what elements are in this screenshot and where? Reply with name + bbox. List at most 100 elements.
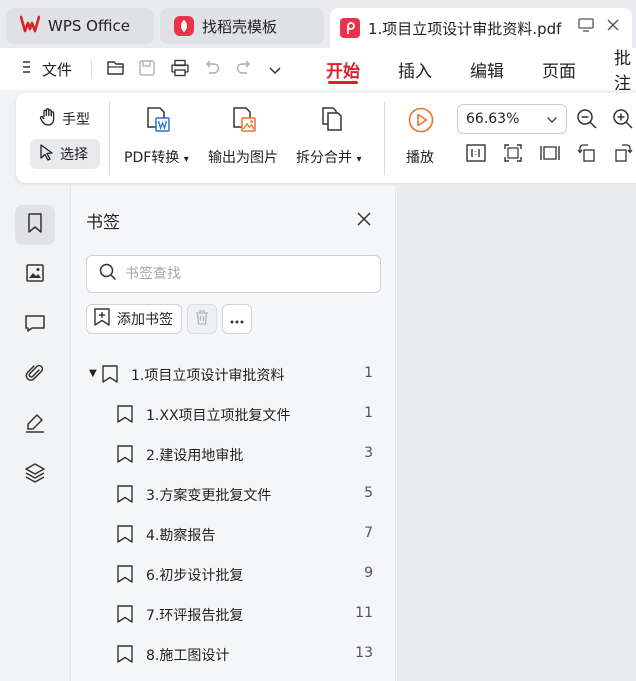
- print-icon[interactable]: [170, 59, 190, 81]
- bookmark-item[interactable]: 3.方案变更批复文件 5: [71, 474, 397, 514]
- bookmark-label: 4.勘察报告: [146, 528, 216, 544]
- hand-icon: [38, 107, 58, 131]
- bookmark-label: 1.XX项目立项批复文件: [146, 408, 291, 424]
- bookmark-item[interactable]: 4.勘察报告 7: [71, 514, 397, 554]
- thumbnail-panel-button[interactable]: [15, 255, 55, 295]
- tab-start-label: 开始: [326, 61, 360, 82]
- tab-insert[interactable]: 插入: [398, 48, 432, 90]
- bookmark-icon: [116, 524, 134, 548]
- select-tool-button[interactable]: 选择: [30, 139, 100, 169]
- tab-page-label: 页面: [542, 61, 576, 82]
- zoom-value: 66.63%: [466, 111, 520, 127]
- export-image-button[interactable]: 输出为图片: [208, 147, 278, 167]
- bookmark-page: 3: [364, 445, 373, 461]
- bookmark-item[interactable]: 2.建设用地审批 3: [71, 434, 397, 474]
- split-merge-button[interactable]: 拆分合并 ▾: [296, 147, 361, 167]
- bookmark-page: 7: [364, 525, 373, 541]
- fit-width-icon[interactable]: [539, 143, 561, 167]
- panel-title: 书签: [86, 213, 120, 233]
- layers-panel-button[interactable]: [15, 455, 55, 495]
- wps-logo-icon: [19, 15, 41, 37]
- pdf-icon: [340, 18, 360, 38]
- actual-size-icon[interactable]: [466, 143, 486, 167]
- bookmark-page: 1: [364, 405, 373, 421]
- bookmark-page: 13: [355, 645, 373, 661]
- zoom-out-icon[interactable]: [576, 108, 598, 134]
- bookmark-label: 7.环评报告批复: [146, 608, 244, 624]
- window-tab-bar: WPS Office 找稻壳模板 1.项目立项设计审批资料.pdf: [0, 0, 636, 48]
- bookmark-search-input[interactable]: [125, 266, 365, 282]
- bookmark-icon: [116, 484, 134, 508]
- tab-label: 找稻壳模板: [202, 17, 278, 36]
- document-viewport[interactable]: [397, 186, 636, 681]
- rotate-right-icon[interactable]: [612, 143, 634, 167]
- save-icon[interactable]: [138, 59, 156, 81]
- pdf-convert-icon[interactable]: [144, 105, 172, 137]
- pdf-convert-button[interactable]: PDF转换 ▾: [124, 147, 189, 167]
- export-image-icon[interactable]: [230, 105, 258, 137]
- bookmark-label: 3.方案变更批复文件: [146, 488, 272, 504]
- close-tab-icon[interactable]: [606, 18, 620, 36]
- play-button[interactable]: 播放: [406, 147, 434, 167]
- comment-panel-button[interactable]: [15, 305, 55, 345]
- bookmark-item[interactable]: 8.施工图设计 13: [71, 634, 397, 674]
- bookmark-item[interactable]: 1.XX项目立项批复文件 1: [71, 394, 397, 434]
- file-menu[interactable]: 文件: [22, 48, 72, 90]
- chevron-down-icon[interactable]: [268, 62, 282, 81]
- split-merge-icon[interactable]: [318, 105, 346, 137]
- play-label: 播放: [406, 150, 434, 166]
- play-icon[interactable]: [407, 106, 435, 138]
- bookmark-label: 2.建设用地审批: [146, 448, 244, 464]
- tab-page[interactable]: 页面: [542, 48, 576, 90]
- tab-label: WPS Office: [48, 17, 130, 35]
- tab-annotate-label: 批注: [614, 49, 631, 90]
- tab-docer-templates[interactable]: 找稻壳模板: [160, 8, 324, 44]
- redo-icon[interactable]: [235, 59, 253, 81]
- bookmark-page: 11: [355, 605, 373, 621]
- add-bookmark-button[interactable]: 添加书签: [86, 304, 182, 334]
- bookmark-label: 6.初步设计批复: [146, 568, 244, 584]
- paperclip-icon: [25, 362, 45, 388]
- image-icon: [25, 263, 45, 287]
- select-tool-label: 选择: [60, 147, 88, 163]
- search-icon: [99, 263, 117, 285]
- ribbon-toolbar: 手型 选择 PDF转换 ▾ 输出为图片 拆分合并 ▾ 播放 66.63%: [16, 93, 636, 183]
- bookmark-label: 1.项目立项设计审批资料: [131, 368, 285, 384]
- hand-tool-button[interactable]: 手型: [30, 105, 96, 133]
- tab-wps-office[interactable]: WPS Office: [6, 8, 154, 44]
- more-icon: [229, 310, 245, 329]
- attachment-panel-button[interactable]: [15, 355, 55, 395]
- pdf-convert-label: PDF转换: [124, 150, 180, 166]
- tab-annotate[interactable]: 批注: [614, 48, 636, 90]
- bookmark-item[interactable]: 7.环评报告批复 11: [71, 594, 397, 634]
- signature-panel-button[interactable]: [15, 405, 55, 445]
- tab-insert-label: 插入: [398, 61, 432, 82]
- tab-edit[interactable]: 编辑: [470, 48, 504, 90]
- divider: [91, 60, 92, 78]
- bookmark-panel-button[interactable]: [15, 205, 55, 245]
- bookmark-label: 8.施工图设计: [146, 648, 230, 664]
- more-options-button[interactable]: [222, 304, 252, 334]
- trash-icon: [193, 308, 211, 330]
- tab-pdf-document[interactable]: 1.项目立项设计审批资料.pdf: [330, 8, 632, 48]
- close-icon[interactable]: [355, 210, 375, 230]
- open-folder-icon[interactable]: [106, 59, 126, 81]
- tab-start[interactable]: 开始: [326, 48, 360, 90]
- rotate-left-icon[interactable]: [576, 143, 598, 167]
- undo-icon[interactable]: [203, 59, 221, 81]
- cursor-arrow-icon: [38, 143, 56, 165]
- monitor-icon[interactable]: [578, 18, 594, 36]
- docer-icon: [174, 16, 194, 36]
- bookmark-icon: [116, 564, 134, 588]
- delete-bookmark-button[interactable]: [187, 304, 217, 334]
- bookmark-search[interactable]: [86, 255, 381, 293]
- zoom-in-icon[interactable]: [612, 108, 634, 134]
- add-bookmark-label: 添加书签: [117, 312, 173, 328]
- bookmark-panel: 书签 添加书签 ▼ 1.项目立项设计审批资料 1: [70, 186, 396, 681]
- bookmark-item-root[interactable]: ▼ 1.项目立项设计审批资料 1: [71, 354, 397, 394]
- fit-page-icon[interactable]: [503, 143, 523, 167]
- bookmark-item[interactable]: 6.初步设计批复 9: [71, 554, 397, 594]
- caret-down-icon[interactable]: ▼: [89, 368, 97, 379]
- zoom-select[interactable]: 66.63%: [457, 104, 567, 134]
- bookmark-icon: [25, 212, 45, 238]
